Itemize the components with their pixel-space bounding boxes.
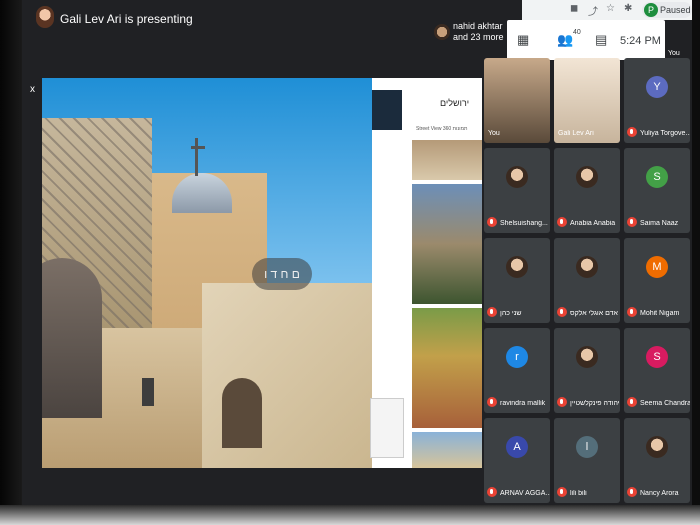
participant-tile[interactable]: You <box>484 58 550 143</box>
monitor-bezel-bottom <box>0 505 700 525</box>
mic-off-icon <box>627 127 637 137</box>
mic-off-icon <box>627 397 637 407</box>
presenter-avatar <box>36 6 54 28</box>
people-icon[interactable]: 👥 <box>557 32 573 48</box>
you-tag: You <box>668 50 680 57</box>
participant-avatar: A <box>506 436 528 458</box>
participant-avatar <box>646 436 668 458</box>
participant-tile[interactable]: Nancy Arora <box>624 418 690 503</box>
participant-avatar <box>506 166 528 188</box>
participant-name: שני כהן <box>500 310 522 317</box>
participant-name: יהודה פינקלשטיין <box>570 400 620 407</box>
mic-off-icon <box>487 487 497 497</box>
participant-avatar: l <box>576 436 598 458</box>
participant-tile[interactable]: l lili bili <box>554 418 620 503</box>
mic-off-icon <box>487 307 497 317</box>
participant-name: Seema Chandra <box>640 400 690 407</box>
puzzle-icon[interactable]: ✱ <box>624 3 632 14</box>
participant-tile[interactable]: שני כהן <box>484 238 550 323</box>
mic-off-icon <box>557 307 567 317</box>
mic-off-icon <box>487 217 497 227</box>
photo-thumbnail[interactable] <box>412 308 482 428</box>
participant-avatar: S <box>646 166 668 188</box>
minimap-thumbnail[interactable] <box>370 398 404 458</box>
participant-tile[interactable]: Shelsuishang... <box>484 148 550 233</box>
streetview-overlay[interactable]: ם ח ד ו <box>252 258 312 290</box>
extension-icon[interactable]: ◼ <box>570 3 578 14</box>
chat-icon[interactable]: ▤ <box>595 32 607 48</box>
participant-avatar <box>576 346 598 368</box>
mic-off-icon <box>557 217 567 227</box>
participant-tile[interactable]: r ravindra mallik <box>484 328 550 413</box>
participant-grid: You Gali Lev Ari Y Yuliya Torgove... Shelsui… <box>484 58 692 505</box>
meet-screen: Gali Lev Ari is presenting nahid akhtar … <box>22 0 692 505</box>
share-icon[interactable]: ⤴ <box>588 3 598 18</box>
participant-tile[interactable]: אדם אוגלי אלקס <box>554 238 620 323</box>
presenter-label: Gali Lev Ari is presenting <box>60 12 193 26</box>
participant-avatar: S <box>646 346 668 368</box>
photo-thumbnail[interactable] <box>412 140 482 180</box>
participant-tile[interactable]: M Mohit Nigam <box>624 238 690 323</box>
mic-off-icon <box>627 217 637 227</box>
participant-name: Anabia Anabia <box>570 220 616 227</box>
window <box>142 378 154 406</box>
shared-screen: ם ח ד ו ירושלים Street View 360 תמונות <box>42 78 482 468</box>
people-count: 40 <box>573 29 581 36</box>
photos-panel: ירושלים Street View 360 תמונות <box>410 88 482 468</box>
participant-name: אדם אוגלי אלקס <box>570 310 618 317</box>
participant-avatar <box>576 256 598 278</box>
participant-name: lili bili <box>570 490 587 497</box>
streetview-info-card[interactable] <box>372 90 402 130</box>
cross-icon <box>191 138 205 176</box>
participant-tile[interactable]: Anabia Anabia <box>554 148 620 233</box>
close-icon[interactable]: x <box>30 84 35 95</box>
participant-tile[interactable]: A ARNAV AGGA... <box>484 418 550 503</box>
meet-controls: ▦ 👥 40 ▤ 5:24 PM <box>507 20 665 60</box>
participant-avatar: r <box>506 346 528 368</box>
participant-avatar <box>576 166 598 188</box>
dark-dome <box>42 258 102 418</box>
participants-line2: and 23 more <box>453 32 504 42</box>
profile-avatar[interactable]: P <box>644 3 658 17</box>
participant-name: Gali Lev Ari <box>558 130 594 137</box>
mic-off-icon <box>627 487 637 497</box>
photo-thumbnail[interactable] <box>412 432 482 468</box>
star-icon[interactable]: ☆ <box>606 3 615 14</box>
meeting-time: 5:24 PM <box>620 35 661 47</box>
archway <box>222 378 262 448</box>
participant-name: Shelsuishang... <box>500 220 548 227</box>
participant-tile[interactable]: S Saima Naaz <box>624 148 690 233</box>
participant-name: Nancy Arora <box>640 490 679 497</box>
mic-off-icon <box>627 307 637 317</box>
participant-avatar: M <box>646 256 668 278</box>
participant-name: Yuliya Torgove... <box>640 130 690 137</box>
participants-line1: nahid akhtar <box>453 21 503 31</box>
participant-name: Saima Naaz <box>640 220 679 227</box>
participant-name: ARNAV AGGA... <box>500 490 550 497</box>
participants-summary[interactable]: nahid akhtar and 23 more <box>453 21 504 43</box>
monitor-bezel-left <box>0 0 22 525</box>
mic-off-icon <box>557 397 567 407</box>
browser-toolbar: ◼ ⤴ ☆ ✱ Paused P <box>522 0 692 20</box>
participant-tile[interactable]: Gali Lev Ari <box>554 58 620 143</box>
paused-label: Paused <box>660 5 691 15</box>
mic-off-icon <box>557 487 567 497</box>
participant-avatar: Y <box>646 76 668 98</box>
photo-thumbnail[interactable] <box>412 184 482 304</box>
participant-name: You <box>488 130 500 137</box>
streetview-image[interactable]: ם ח ד ו <box>42 78 404 468</box>
participant-tile[interactable]: יהודה פינקלשטיין <box>554 328 620 413</box>
panel-subtitle: Street View 360 תמונות <box>416 126 468 132</box>
panel-title: ירושלים <box>440 98 470 108</box>
participant-name: Mohit Nigam <box>640 310 680 317</box>
mic-off-icon <box>487 397 497 407</box>
layout-icon[interactable]: ▦ <box>517 32 529 48</box>
participant-avatar <box>434 24 450 40</box>
participant-name: ravindra mallik <box>500 400 546 407</box>
participant-tile[interactable]: Y Yuliya Torgove... <box>624 58 690 143</box>
participant-avatar <box>506 256 528 278</box>
participant-tile[interactable]: S Seema Chandra <box>624 328 690 413</box>
